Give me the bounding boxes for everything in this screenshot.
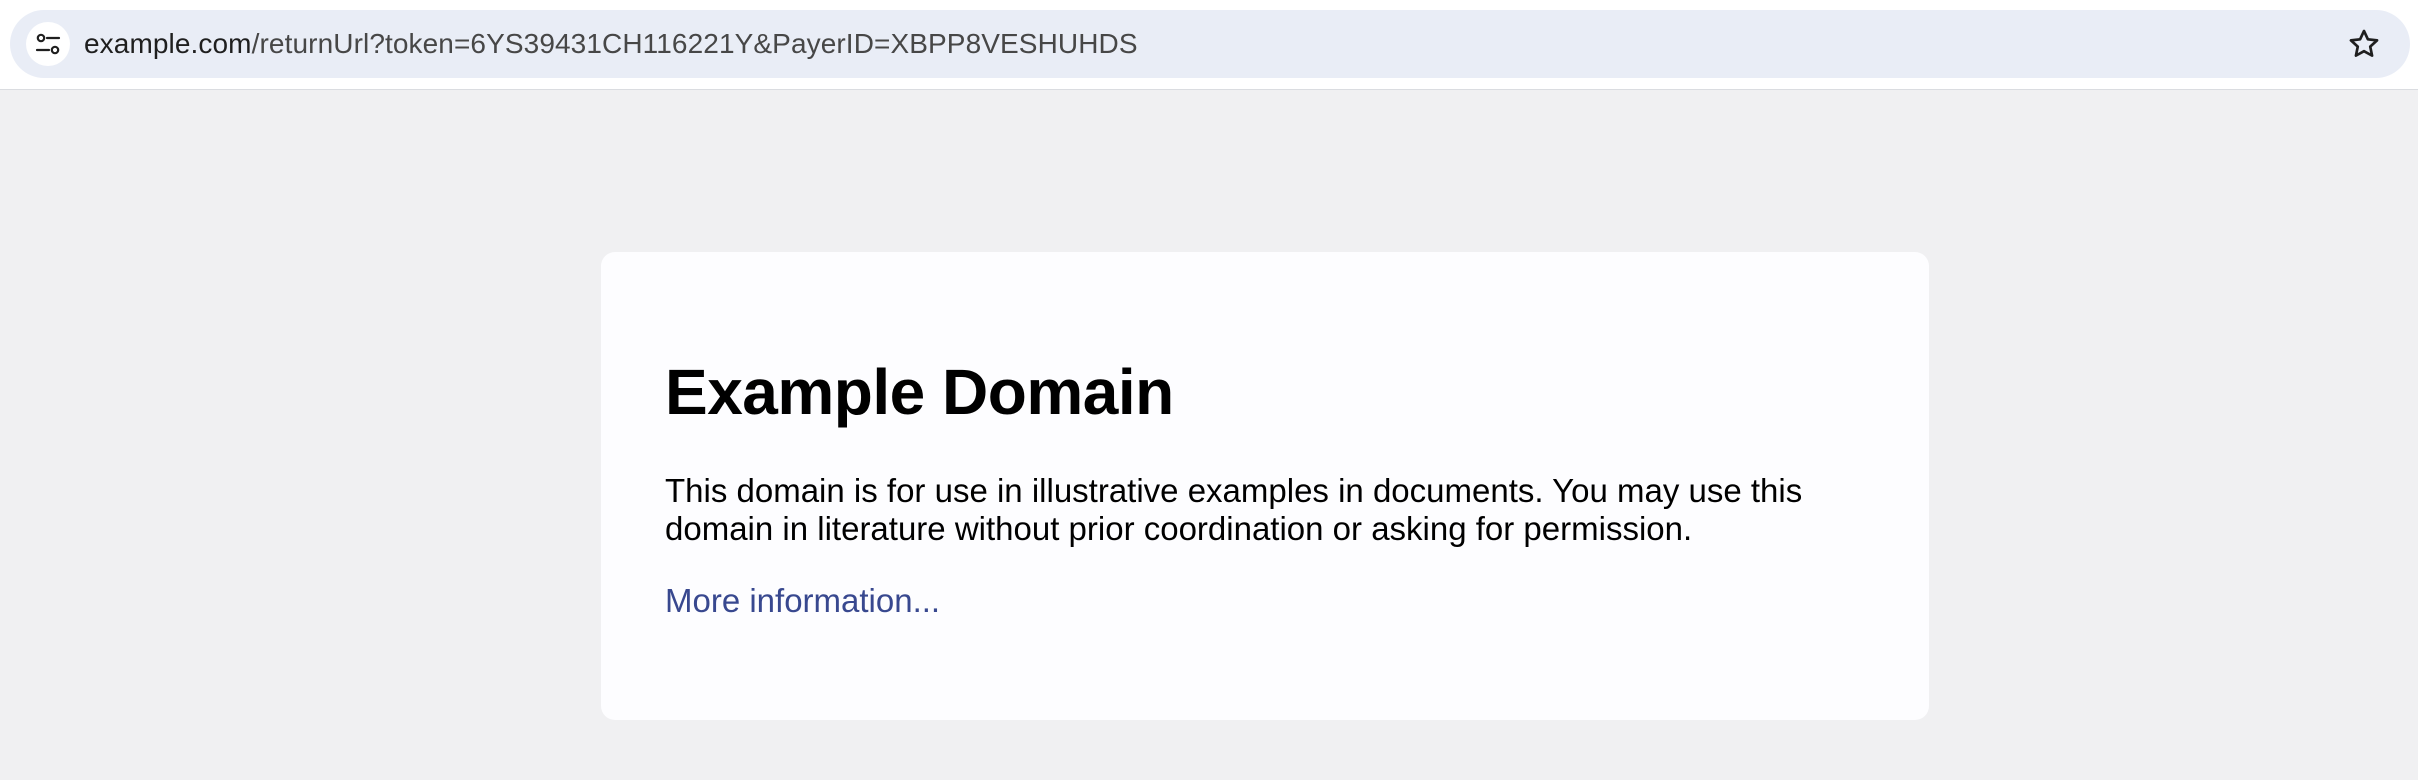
browser-toolbar: example.com/returnUrl?token=6YS39431CH11… — [0, 0, 2418, 90]
content-card: Example Domain This domain is for use in… — [601, 252, 1929, 720]
address-bar[interactable]: example.com/returnUrl?token=6YS39431CH11… — [10, 10, 2410, 78]
star-outline-icon — [2349, 29, 2379, 57]
url-host: example.com — [84, 28, 252, 59]
page-description: This domain is for use in illustrative e… — [665, 472, 1803, 547]
url-path: /returnUrl?token=6YS39431CH116221Y&Payer… — [251, 28, 1138, 59]
page-title: Example Domain — [665, 356, 1174, 428]
more-information-link[interactable]: More information... — [665, 582, 940, 620]
tune-icon — [35, 33, 61, 55]
url-text[interactable]: example.com/returnUrl?token=6YS39431CH11… — [84, 10, 1138, 78]
site-info-button[interactable] — [26, 22, 70, 66]
bookmark-button[interactable] — [2344, 24, 2384, 64]
page-viewport: Example Domain This domain is for use in… — [0, 90, 2418, 780]
